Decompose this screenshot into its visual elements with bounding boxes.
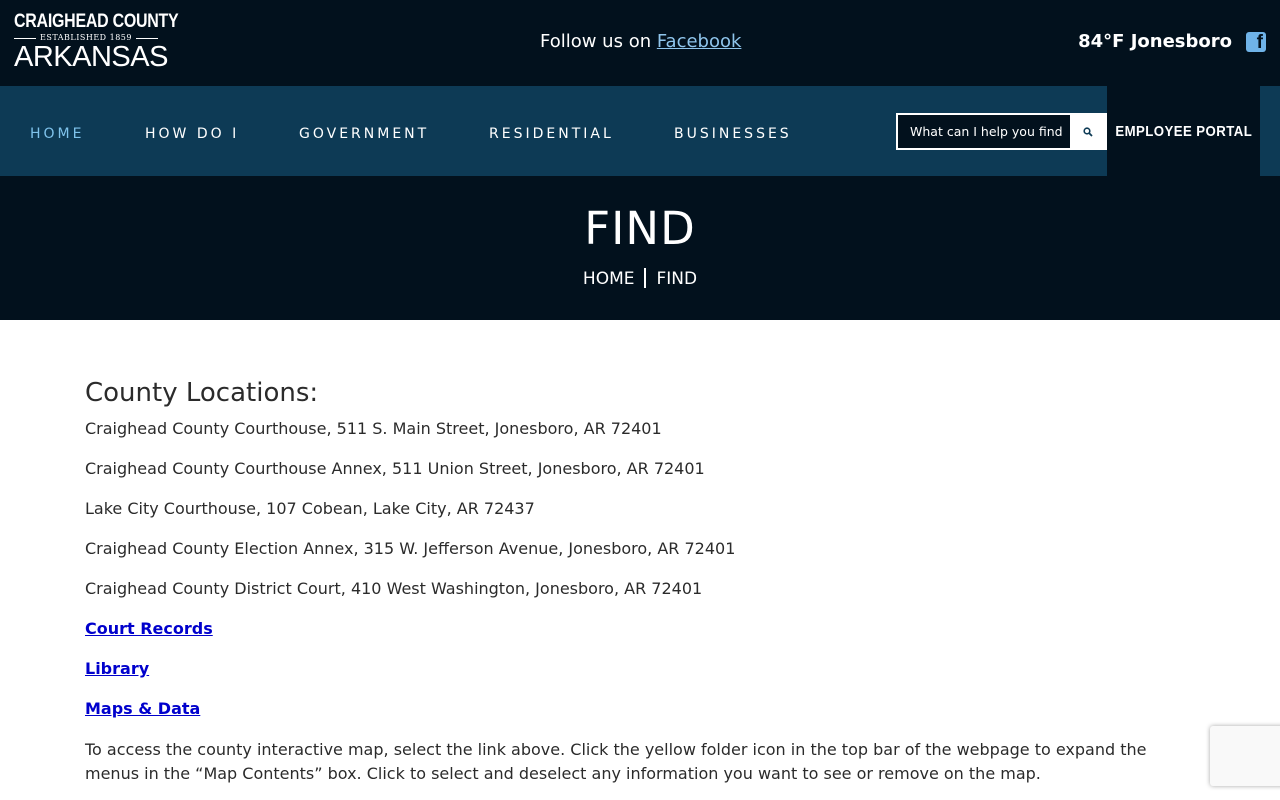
search-box [896, 113, 1107, 150]
follow-us-text: Follow us on [540, 31, 657, 52]
follow-us: Follow us on Facebook [540, 31, 741, 52]
map-instructions: To access the county interactive map, se… [85, 740, 1147, 783]
page-title: FIND [584, 202, 696, 255]
page-banner: FIND HOME FIND [0, 176, 1280, 320]
location-item: Lake City Courthouse, 107 Cobean, Lake C… [85, 499, 535, 518]
nav-item-residential[interactable]: RESIDENTIAL [489, 126, 614, 142]
weather-readout: 84°F Jonesboro [1078, 31, 1232, 52]
employee-portal-button[interactable]: EMPLOYEE PORTAL [1107, 86, 1260, 176]
search-button[interactable] [1070, 115, 1105, 148]
logo-county-name: CRAIGHEAD COUNTY [14, 11, 179, 32]
breadcrumb-home[interactable]: HOME [583, 269, 635, 289]
nav-item-government[interactable]: GOVERNMENT [299, 126, 429, 142]
court-records-link[interactable]: Court Records [85, 618, 1195, 640]
logo-state-name: ARKANSAS [14, 41, 168, 73]
facebook-link[interactable]: Facebook [657, 31, 742, 52]
library-link[interactable]: Library [85, 658, 1195, 680]
employee-portal-label: EMPLOYEE PORTAL [1115, 122, 1252, 140]
maps-data-link[interactable]: Maps & Data [85, 698, 1195, 720]
main-nav: HOME HOW DO I GOVERNMENT RESIDENTIAL BUS… [0, 86, 1280, 176]
search-icon [1082, 126, 1093, 137]
location-item: Craighead County Courthouse Annex, 511 U… [85, 459, 705, 478]
search-input[interactable] [898, 115, 1072, 148]
county-locations-heading: County Locations: [85, 378, 319, 408]
nav-item-how-do-i[interactable]: HOW DO I [145, 126, 239, 142]
nav-item-home[interactable]: HOME [30, 126, 84, 142]
top-bar: CRAIGHEAD COUNTY ESTABLISHED 1859 ARKANS… [0, 0, 1280, 86]
logo-rule-right [135, 37, 158, 39]
county-logo[interactable]: CRAIGHEAD COUNTY ESTABLISHED 1859 ARKANS… [14, 11, 179, 73]
breadcrumb: HOME FIND [0, 268, 1280, 289]
nav-item-businesses[interactable]: BUSINESSES [674, 126, 792, 142]
breadcrumb-separator [644, 268, 647, 288]
main-content: County Locations: Craighead County Court… [85, 378, 1195, 786]
recaptcha-badge[interactable] [1210, 726, 1280, 786]
breadcrumb-current: FIND [656, 269, 698, 289]
location-item: Craighead County Courthouse, 511 S. Main… [85, 419, 662, 438]
location-item: Craighead County District Court, 410 Wes… [85, 579, 703, 598]
location-item: Craighead County Election Annex, 315 W. … [85, 539, 736, 558]
logo-rule-left [14, 37, 37, 39]
facebook-icon[interactable]: f [1246, 32, 1266, 52]
